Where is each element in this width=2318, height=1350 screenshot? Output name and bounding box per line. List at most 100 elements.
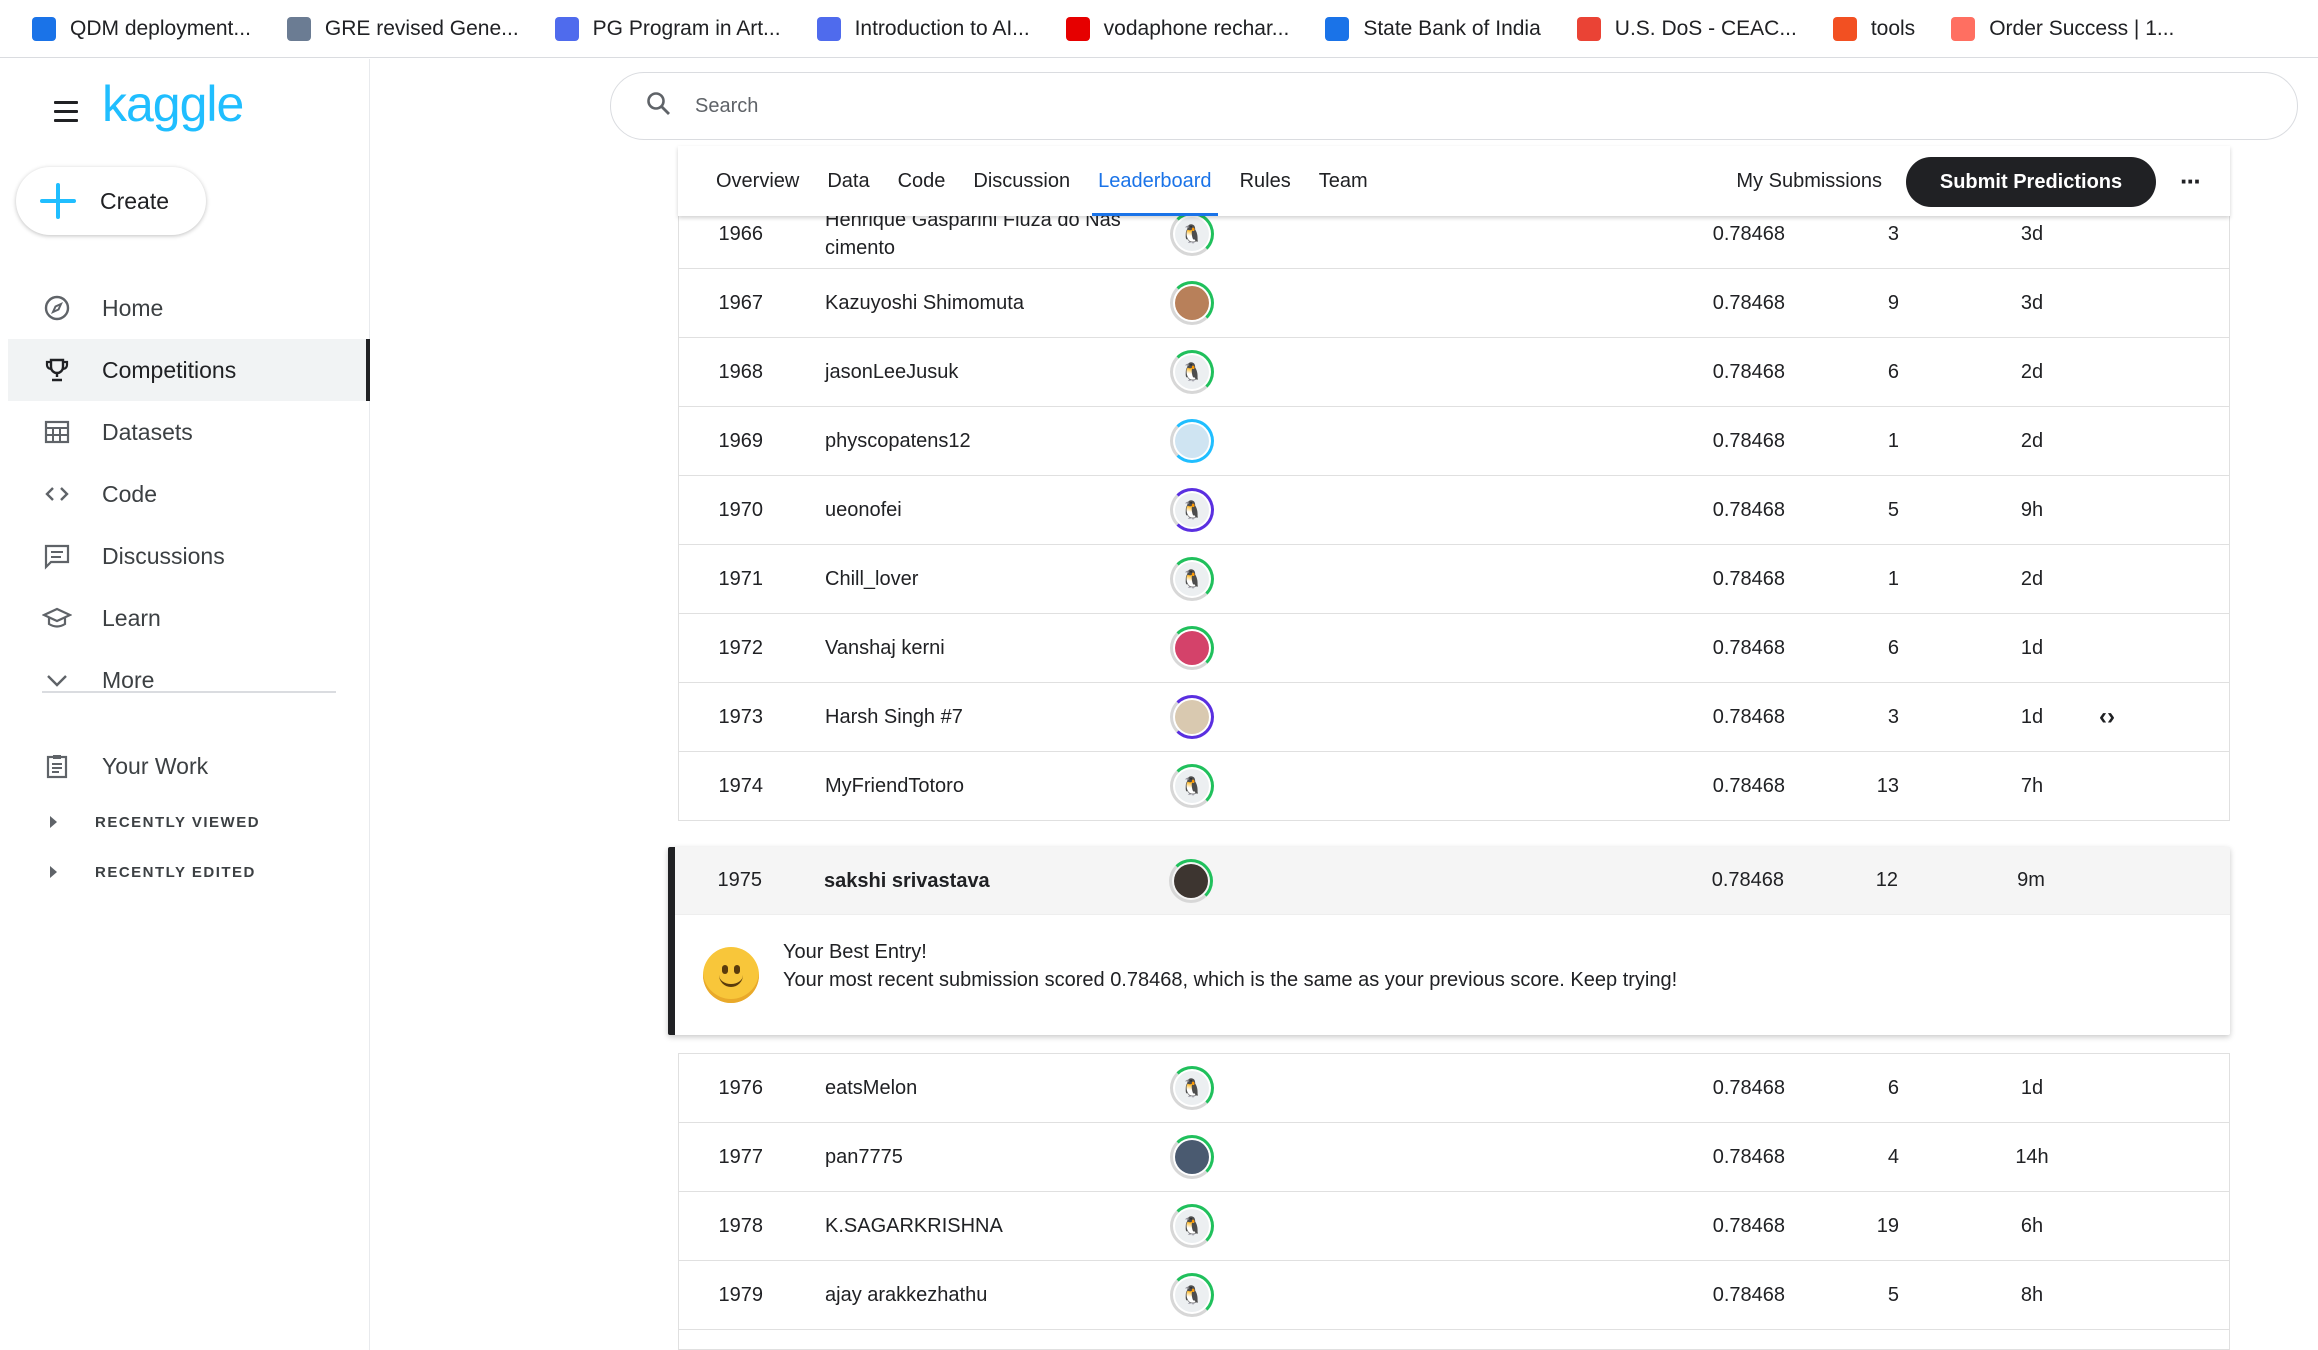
table-row[interactable]: 1969 physcopatens12 0.78468 1 2d <box>678 407 2230 476</box>
table-row[interactable]: 1975 sakshi srivastava 0.78468 12 9m <box>675 847 2230 915</box>
avatar[interactable]: 🐧 <box>1170 350 1214 394</box>
table-row[interactable]: 1968 jasonLeeJusuk 0.78468 6 2d 🐧 <box>678 338 2230 407</box>
caret-right-icon <box>50 816 57 828</box>
team-name-cell[interactable]: physcopatens12 <box>825 407 1165 475</box>
table-row[interactable]: 1977 pan7775 0.78468 4 14h <box>678 1123 2230 1192</box>
sidebar-item-discussions[interactable]: Discussions <box>8 525 370 587</box>
team-name-cell[interactable]: Harsh Singh #7 <box>825 683 1165 751</box>
team-name-cell[interactable]: sakshi srivastava <box>824 847 1164 914</box>
avatar[interactable] <box>1170 281 1214 325</box>
create-button[interactable]: Create <box>16 167 206 235</box>
table-row[interactable]: 1967 Kazuyoshi Shimomuta 0.78468 9 3d <box>678 269 2230 338</box>
your-work-label: Your Work <box>102 752 209 779</box>
rank-cell: 1975 <box>717 869 763 891</box>
score-cell: 0.78468 <box>1712 498 1785 521</box>
rank-cell: 1978 <box>718 1214 764 1237</box>
g-icon <box>554 16 579 41</box>
recently-edited-label: RECENTLY EDITED <box>95 863 256 881</box>
avatar[interactable] <box>1170 1135 1214 1179</box>
tab-data[interactable]: Data <box>827 146 869 216</box>
sidebar-item-home[interactable]: Home <box>8 277 370 339</box>
tab-discussion[interactable]: Discussion <box>973 146 1070 216</box>
sidebar-divider <box>42 691 336 693</box>
score-cell: 0.78468 <box>1712 1214 1785 1237</box>
more-options-icon[interactable]: ··· <box>2172 146 2208 216</box>
team-name-cell[interactable]: K.SAGARKRISHNA <box>825 1192 1165 1260</box>
bookmark-item[interactable]: QDM deployment... <box>32 16 251 41</box>
table-row[interactable]: 1971 Chill_lover 0.78468 1 2d 🐧 <box>678 545 2230 614</box>
rank-cell: 1969 <box>718 429 764 452</box>
entries-cell: 19 <box>1876 1214 1899 1237</box>
team-name-cell[interactable]: jasonLeeJusuk <box>825 338 1165 406</box>
avatar[interactable] <box>1170 419 1214 463</box>
table-row[interactable]: 1973 Harsh Singh #7 0.78468 3 1d ‹› <box>678 683 2230 752</box>
recently-viewed-toggle[interactable]: RECENTLY VIEWED <box>8 797 370 847</box>
avatar-cell: 🐧 <box>1169 1054 1215 1122</box>
submit-predictions-button[interactable]: Submit Predictions <box>1906 157 2156 207</box>
search-input[interactable] <box>695 94 2195 118</box>
avatar[interactable] <box>1169 858 1213 903</box>
recently-edited-toggle[interactable]: RECENTLY EDITED <box>8 847 370 897</box>
tab-code[interactable]: Code <box>898 146 946 216</box>
avatar[interactable]: 🐧 <box>1170 1066 1214 1110</box>
avatar[interactable] <box>1170 626 1214 670</box>
avatar[interactable]: 🐧 <box>1170 1273 1214 1317</box>
avatar[interactable]: 🐧 <box>1170 557 1214 601</box>
bookmark-label: vodaphone rechar... <box>1103 16 1290 40</box>
team-name-cell[interactable]: Kazuyoshi Shimomuta <box>825 269 1165 337</box>
tab-rules[interactable]: Rules <box>1240 146 1291 216</box>
kaggle-logo[interactable]: kaggle <box>102 75 244 133</box>
table-row[interactable]: 1978 K.SAGARKRISHNA 0.78468 19 6h 🐧 <box>678 1192 2230 1261</box>
best-entry-text: Your most recent submission scored 0.784… <box>783 969 1678 991</box>
sidebar-item-your-work[interactable]: Your Work <box>8 735 370 797</box>
sidebar-item-label: Learn <box>102 604 161 631</box>
vi-icon <box>1065 16 1090 41</box>
bookmark-item[interactable]: PG Program in Art... <box>554 16 781 41</box>
sidebar-item-datasets[interactable]: Datasets <box>8 401 370 463</box>
team-name-cell[interactable]: ajay arakkezhathu <box>825 1261 1165 1329</box>
tab-overview[interactable]: Overview <box>716 146 799 216</box>
table-row[interactable] <box>678 1330 2230 1350</box>
bookmarks-bar: QDM deployment... GRE revised Gene... PG P… <box>0 0 2318 58</box>
my-submissions-link[interactable]: My Submissions <box>1736 146 1882 216</box>
avatar-cell <box>1169 1123 1215 1191</box>
leaderboard-table: 1966 Henrique Gasparini Fiuza do Nas cime… <box>678 200 2230 821</box>
search-bar[interactable] <box>610 72 2298 140</box>
bookmark-item[interactable]: Introduction to AI... <box>816 16 1030 41</box>
table-row[interactable]: 1974 MyFriendTotoro 0.78468 13 7h 🐧 <box>678 752 2230 821</box>
team-name-cell[interactable]: Vanshaj kerni <box>825 614 1165 682</box>
table-row[interactable]: 1972 Vanshaj kerni 0.78468 6 1d <box>678 614 2230 683</box>
team-name-cell[interactable]: ueonofei <box>825 476 1165 544</box>
team-name-cell[interactable]: pan7775 <box>825 1123 1165 1191</box>
tab-team[interactable]: Team <box>1319 146 1368 216</box>
team-name-cell[interactable]: eatsMelon <box>825 1054 1165 1122</box>
team-name-cell[interactable]: Chill_lover <box>825 545 1165 613</box>
avatar[interactable] <box>1170 695 1214 739</box>
bookmark-item[interactable]: vodaphone rechar... <box>1065 16 1290 41</box>
bookmark-label: State Bank of India <box>1363 16 1541 40</box>
sidebar-item-competitions[interactable]: Competitions <box>8 339 370 401</box>
tab-leaderboard[interactable]: Leaderboard <box>1092 146 1219 216</box>
avatar[interactable]: 🐧 <box>1170 488 1214 532</box>
smiley-emoji-icon <box>703 947 759 1003</box>
table-row[interactable]: 1976 eatsMelon 0.78468 6 1d 🐧 <box>678 1054 2230 1123</box>
bookmark-item[interactable]: U.S. DoS - CEAC... <box>1576 16 1797 41</box>
avatar[interactable]: 🐧 <box>1170 764 1214 808</box>
notebook-code-icon[interactable]: ‹› <box>2077 683 2137 751</box>
sidebar-item-learn[interactable]: Learn <box>8 587 370 649</box>
bookmark-item[interactable]: tools <box>1832 16 1915 41</box>
sidebar-item-more[interactable]: More <box>8 649 370 711</box>
avatar[interactable]: 🐧 <box>1170 1204 1214 1248</box>
menu-icon[interactable] <box>44 93 88 129</box>
bookmark-item[interactable]: Order Success | 1... <box>1951 16 2174 41</box>
search-icon <box>645 90 673 123</box>
entries-cell: 1 <box>1887 429 1899 452</box>
team-name-cell[interactable]: MyFriendTotoro <box>825 752 1165 820</box>
bookmark-item[interactable]: State Bank of India <box>1325 16 1541 41</box>
sidebar-item-code[interactable]: Code <box>8 463 370 525</box>
table-row[interactable]: 1979 ajay arakkezhathu 0.78468 5 8h 🐧 <box>678 1261 2230 1330</box>
last-submission-cell: 9m <box>2017 869 2045 891</box>
table-row[interactable]: 1970 ueonofei 0.78468 5 9h 🐧 <box>678 476 2230 545</box>
bookmark-item[interactable]: GRE revised Gene... <box>286 16 519 41</box>
avatar[interactable]: 🐧 <box>1170 212 1214 256</box>
